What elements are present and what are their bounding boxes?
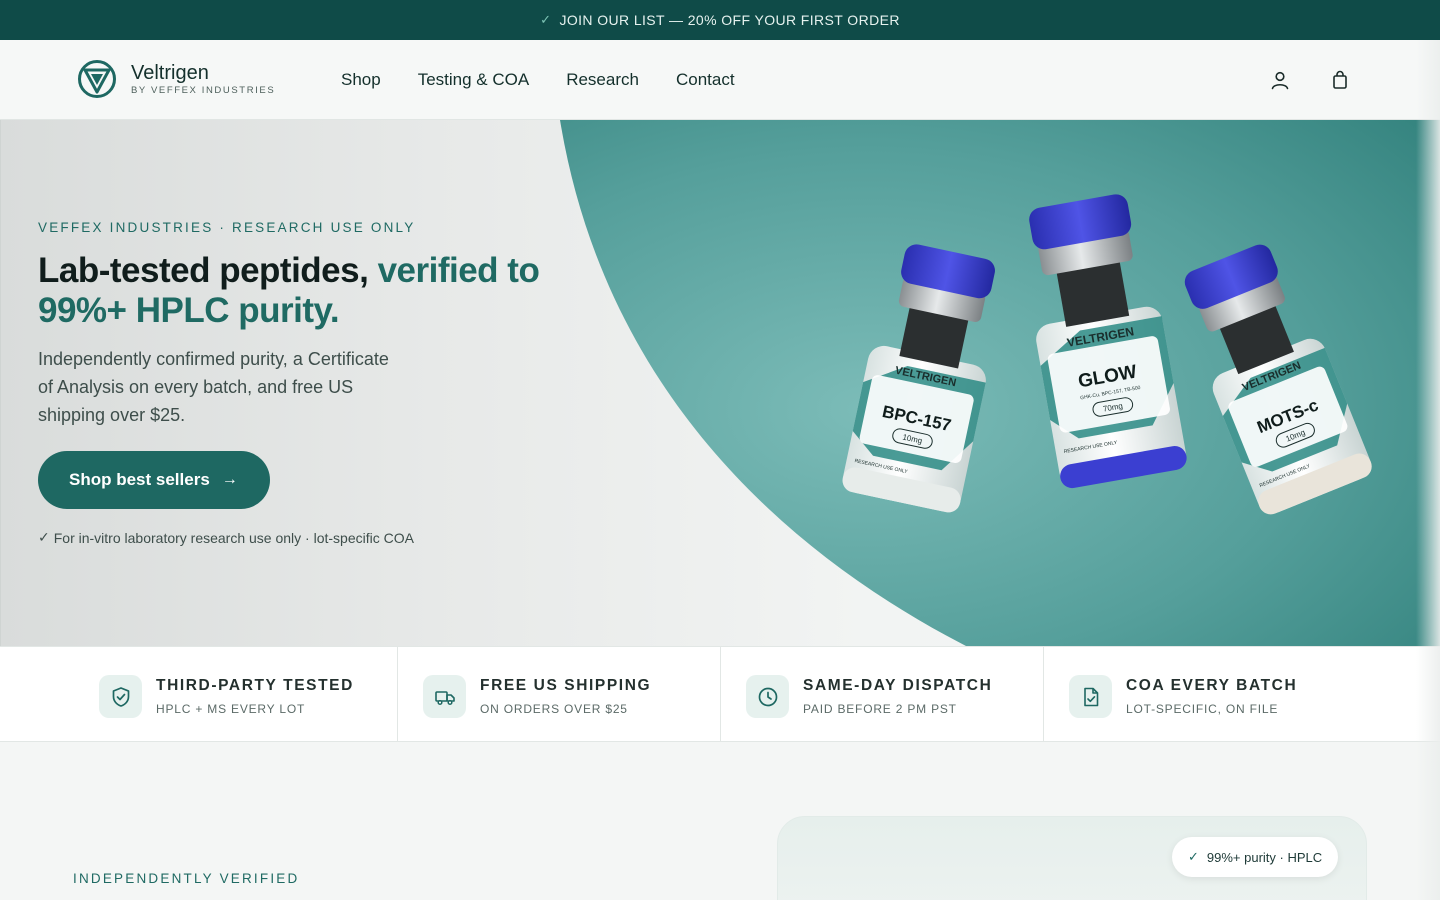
shield-check-icon — [112, 686, 129, 707]
feature-icon-badge — [99, 675, 142, 718]
feature-icon-badge — [423, 675, 466, 718]
user-icon[interactable] — [1270, 70, 1290, 90]
check-icon: ✓ — [38, 529, 50, 545]
feature-coa-every-batch: COA EVERY BATCH LOT-SPECIFIC, ON FILE — [1044, 647, 1440, 743]
section-eyebrow: INDEPENDENTLY VERIFIED — [73, 871, 300, 886]
check-icon: ✓ — [540, 12, 552, 27]
feature-description: HPLC + MS EVERY LOT — [156, 702, 306, 716]
site-header: Veltrigen BY VEFFEX INDUSTRIES Shop Test… — [0, 40, 1440, 120]
nav-contact[interactable]: Contact — [676, 70, 735, 90]
feature-icon-badge — [746, 675, 789, 718]
feature-free-shipping: FREE US SHIPPING ON ORDERS OVER $25 — [398, 647, 721, 743]
vial-mots-c[interactable]: VELTRIGEN MOTS-c 10mg RESEARCH USE ONLY — [1166, 230, 1376, 520]
nav-testing-coa[interactable]: Testing & COA — [418, 70, 530, 90]
header-actions — [1270, 40, 1350, 120]
document-check-icon — [1083, 687, 1098, 706]
verified-section: ✓ 99%+ purity · HPLC INDEPENDENTLY VERIF… — [0, 742, 1440, 900]
feature-title: COA EVERY BATCH — [1126, 677, 1298, 694]
hero-description: Independently confirmed purity, a Certif… — [38, 349, 389, 425]
arrow-right-icon: → — [221, 471, 238, 488]
feature-description: PAID BEFORE 2 PM PST — [803, 702, 957, 716]
feature-strip: THIRD-PARTY TESTED HPLC + MS EVERY LOT F… — [0, 646, 1440, 743]
hero-copy: VEFFEX INDUSTRIES · RESEARCH USE ONLY La… — [38, 220, 558, 546]
purity-badge: ✓ 99%+ purity · HPLC — [1172, 837, 1339, 877]
truck-icon — [434, 690, 455, 705]
announcement-text: JOIN OUR LIST — 20% OFF YOUR FIRST ORDER — [559, 12, 900, 28]
announcement-bar[interactable]: ✓ JOIN OUR LIST — 20% OFF YOUR FIRST ORD… — [0, 0, 1440, 40]
feature-title: SAME-DAY DISPATCH — [803, 677, 993, 694]
feature-third-party-tested: THIRD-PARTY TESTED HPLC + MS EVERY LOT — [0, 647, 398, 743]
feature-description: ON ORDERS OVER $25 — [480, 702, 628, 716]
cta-label: Shop best sellers — [69, 470, 210, 489]
shop-best-sellers-button[interactable]: Shop best sellers → — [38, 451, 270, 509]
vial-bpc-157[interactable]: VELTRIGEN BPC-157 10mg RESEARCH USE ONLY — [831, 230, 1021, 520]
brand-byline: BY VEFFEX INDUSTRIES — [131, 85, 276, 96]
feature-title: THIRD-PARTY TESTED — [156, 677, 354, 694]
shopping-bag-icon[interactable] — [1330, 70, 1350, 90]
nav-research[interactable]: Research — [566, 70, 639, 90]
note-text: For in-vitro laboratory research use onl… — [53, 529, 414, 546]
feature-title: FREE US SHIPPING — [480, 677, 652, 694]
check-icon: ✓ — [1188, 849, 1199, 864]
research-use-note: ✓ For in-vitro laboratory research use o… — [38, 529, 558, 546]
clock-icon — [758, 687, 777, 706]
feature-icon-badge — [1069, 675, 1112, 718]
brand-logo[interactable]: Veltrigen BY VEFFEX INDUSTRIES — [77, 59, 275, 99]
hero-headline: Lab-tested peptides, verified to 99%+ HP… — [38, 251, 558, 331]
feature-same-day-dispatch: SAME-DAY DISPATCH PAID BEFORE 2 PM PST — [721, 647, 1044, 743]
feature-description: LOT-SPECIFIC, ON FILE — [1126, 702, 1279, 716]
hero-eyebrow: VEFFEX INDUSTRIES · RESEARCH USE ONLY — [38, 220, 416, 235]
brand-text: Veltrigen BY VEFFEX INDUSTRIES — [131, 62, 275, 96]
purity-badge-text: 99%+ purity · HPLC — [1206, 849, 1323, 865]
headline-plain: Lab-tested peptides, — [38, 251, 378, 290]
brand-name: Veltrigen — [131, 62, 209, 84]
nav-shop[interactable]: Shop — [341, 70, 381, 90]
hero-section: VELTRIGEN BPC-157 10mg RESEARCH USE ONLY… — [0, 120, 1440, 646]
veltrigen-logo-icon — [78, 60, 116, 98]
main-nav: Shop Testing & COA Research Contact — [341, 40, 735, 120]
